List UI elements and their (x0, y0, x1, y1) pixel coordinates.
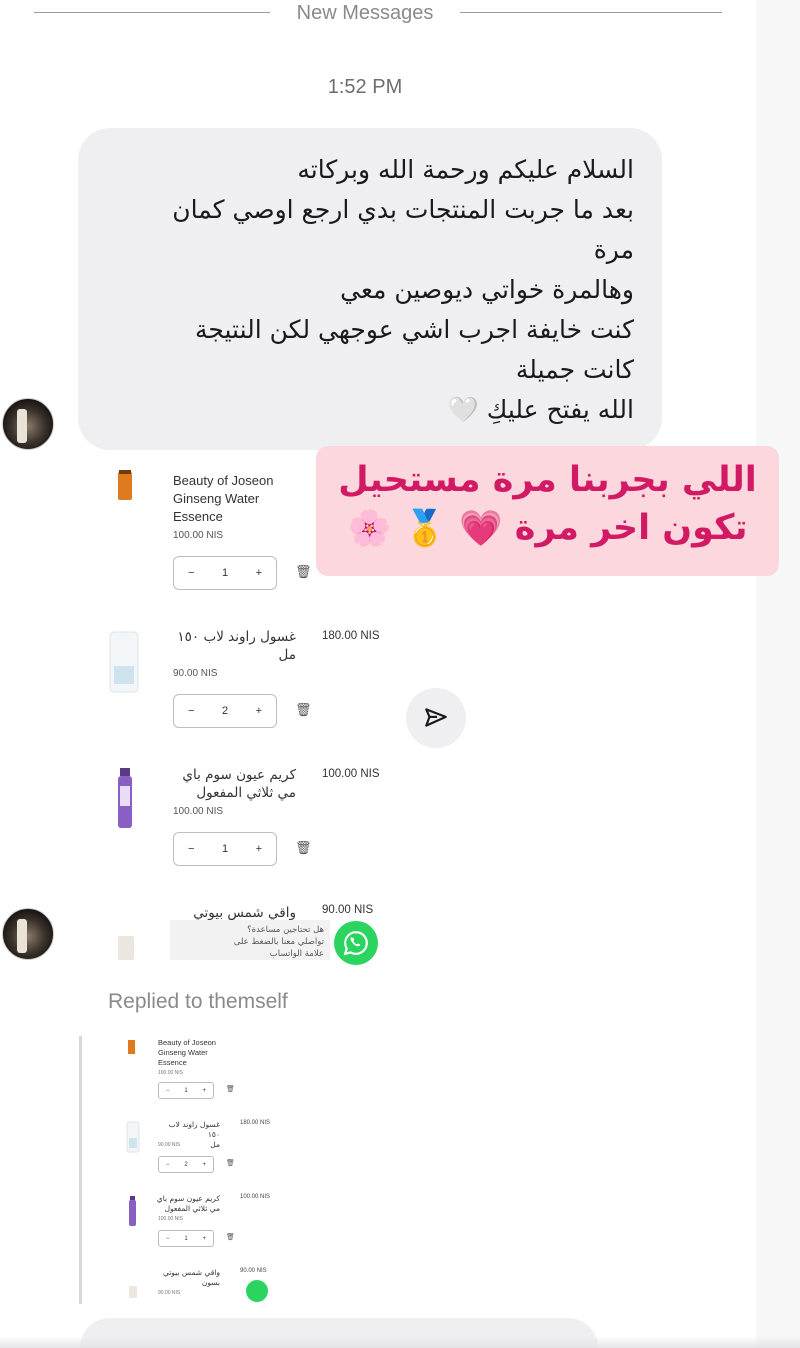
banner-line-2: تكون اخر مرة 💗 🥇 🌸 (316, 504, 779, 553)
reply-quote-bar (79, 1036, 82, 1304)
trash-icon[interactable]: 🗑 (295, 840, 312, 856)
new-messages-divider: New Messages (296, 2, 434, 24)
product-image (120, 1120, 146, 1154)
message-text: السلام عليكم ورحمة الله وبركاته بعد ما ج… (104, 150, 634, 430)
message-line: وهالمرة خواتي ديوصين معي (340, 275, 634, 304)
product-unit-price: 90.00 NIS (158, 1142, 181, 1148)
quantity-stepper[interactable]: − 1 + (173, 832, 277, 866)
product-image (96, 902, 156, 972)
message-line: الله يفتح عليكِ 🤍 (447, 395, 634, 424)
banner-line-1: اللي بجربنا مرة مستحيل (338, 460, 757, 500)
minus-button[interactable]: − (166, 1162, 170, 1168)
whatsapp-help-tooltip: هل تحتاجين مساعدة؟ تواصلي معنا بالضغط عل… (170, 920, 330, 960)
quantity-stepper[interactable]: − 2 + (158, 1156, 214, 1173)
minus-button[interactable]: − (188, 843, 194, 855)
product-name: غسول راوند لاب ١٥٠ مل (177, 629, 296, 663)
replied-cart-item: كريم عيون سوم باي مي ثلاثي المفعول 100.0… (120, 1192, 280, 1248)
product-unit-price: 90.00 NIS (158, 1290, 181, 1296)
quantity-stepper[interactable]: − 1 + (173, 556, 277, 590)
plus-button[interactable]: + (256, 567, 262, 579)
bottom-shade (0, 1336, 800, 1348)
trash-icon[interactable]: 🗑 (295, 564, 312, 580)
quantity-value: 2 (221, 705, 229, 717)
medal-icon: 🥇 (403, 509, 447, 549)
plus-button[interactable]: + (202, 1162, 206, 1168)
product-unit-price: 100.00 NIS (173, 530, 224, 541)
plus-button[interactable]: + (256, 843, 262, 855)
product-image (120, 1194, 146, 1228)
product-image (96, 626, 156, 696)
plus-button[interactable]: + (202, 1236, 206, 1242)
blossom-icon: 🌸 (347, 509, 392, 549)
plus-button[interactable]: + (256, 705, 262, 717)
product-total: 90.00 NIS (240, 1268, 267, 1274)
message-line: كنت خايفة اجرب اشي عوجهي لكن النتيجة (194, 315, 634, 344)
quantity-value: 1 (184, 1235, 188, 1242)
cart-item: كريم عيون سوم باي مي ثلاثي المفعول 100.0… (96, 764, 396, 874)
message-timestamp: 1:52 PM (327, 76, 403, 98)
minus-button[interactable]: − (166, 1088, 170, 1094)
product-name: Beauty of Joseon Ginseng Water Essence (173, 473, 274, 524)
quantity-stepper[interactable]: − 1 + (158, 1230, 214, 1247)
product-unit-price: 100.00 NIS (173, 806, 224, 817)
product-total: 90.00 NIS (322, 904, 374, 916)
product-image (120, 1038, 146, 1072)
product-unit-price: 100.00 NIS (158, 1216, 184, 1222)
message-line: كانت جميلة (515, 355, 634, 384)
send-icon[interactable] (406, 688, 466, 748)
product-name: كريم عيون سوم باي مي ثلاثي المفعول (156, 1194, 220, 1213)
plus-button[interactable]: + (202, 1088, 206, 1094)
product-total: 180.00 NIS (322, 630, 380, 642)
quantity-stepper[interactable]: − 1 + (158, 1082, 214, 1099)
quantity-value: 1 (221, 567, 229, 579)
divider-line-left (34, 12, 270, 13)
message-line: السلام عليكم ورحمة الله وبركاته (297, 155, 634, 184)
heart-icon: 💗 (459, 509, 503, 549)
message-line: بعد ما جربت المنتجات بدي ارجع اوصي كمان (172, 195, 634, 224)
cart-item: غسول راوند لاب ١٥٠ مل 180.00 NIS 90.00 N… (96, 626, 396, 736)
trash-icon[interactable]: 🗑 (226, 1159, 235, 1167)
quantity-value: 2 (184, 1161, 188, 1168)
message-bubble[interactable]: السلام عليكم ورحمة الله وبركاته بعد ما ج… (78, 128, 662, 450)
replied-cart-item: Beauty of Joseon Ginseng Water Essence 1… (120, 1036, 280, 1102)
product-image (120, 1274, 146, 1308)
right-edge-strip (756, 0, 800, 1348)
quantity-value: 1 (221, 843, 229, 855)
reply-label: Replied to themself (108, 990, 288, 1013)
minus-button[interactable]: − (188, 705, 194, 717)
product-name: واقي شمس بيوتي بسون (162, 1268, 220, 1287)
banner-line-2-text: تكون اخر مرة (514, 508, 748, 548)
product-name: Beauty of Joseon Ginseng Water Essence (158, 1038, 216, 1067)
product-image (96, 466, 156, 536)
product-image (96, 764, 156, 834)
promo-banner: اللي بجربنا مرة مستحيل تكون اخر مرة 💗 🥇 … (316, 446, 779, 576)
quantity-value: 1 (184, 1087, 188, 1094)
product-name: كريم عيون سوم باي مي ثلاثي المفعول (182, 767, 296, 801)
divider-line-right (460, 12, 722, 13)
trash-icon[interactable]: 🗑 (295, 702, 312, 718)
product-unit-price: 90.00 NIS (173, 668, 218, 679)
sender-avatar[interactable] (2, 908, 54, 960)
whatsapp-icon[interactable] (246, 1280, 268, 1302)
product-total: 100.00 NIS (322, 768, 380, 780)
product-unit-price: 100.00 NIS (158, 1070, 184, 1076)
trash-icon[interactable]: 🗑 (226, 1085, 235, 1093)
product-total: 100.00 NIS (240, 1194, 271, 1200)
quantity-stepper[interactable]: − 2 + (173, 694, 277, 728)
minus-button[interactable]: − (188, 567, 194, 579)
trash-icon[interactable]: 🗑 (226, 1233, 235, 1241)
whatsapp-icon[interactable] (334, 921, 378, 965)
chat-screen: New Messages 1:52 PM السلام عليكم ورحمة … (0, 0, 800, 1348)
replied-cart-item: غسول راوند لاب ١٥٠ مل 180.00 NIS 90.00 N… (120, 1118, 280, 1174)
product-total: 180.00 NIS (240, 1120, 271, 1126)
minus-button[interactable]: − (166, 1236, 170, 1242)
sender-avatar[interactable] (2, 398, 54, 450)
message-line: مرة (593, 235, 634, 264)
